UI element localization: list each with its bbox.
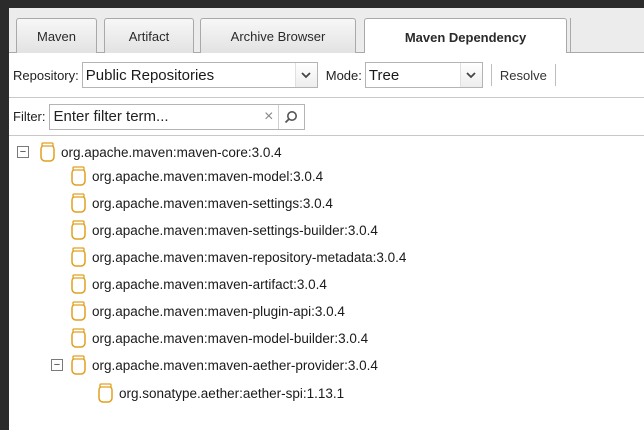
tab-maven-dependency[interactable]: Maven Dependency xyxy=(364,18,567,55)
filter-bar: Filter: × xyxy=(9,98,644,136)
tree-node[interactable]: org.apache.maven:maven-model-builder:3.0… xyxy=(70,326,368,350)
jar-icon xyxy=(71,166,86,186)
jar-icon xyxy=(98,383,113,403)
collapse-icon[interactable]: − xyxy=(51,359,63,371)
search-icon[interactable] xyxy=(277,104,304,129)
collapse-icon[interactable]: − xyxy=(17,146,29,158)
tree-node-label: org.apache.maven:maven-plugin-api:3.0.4 xyxy=(92,303,345,319)
mode-value: Tree xyxy=(368,66,400,84)
toolbar-separator xyxy=(554,64,556,86)
jar-icon xyxy=(71,301,86,321)
tree-node[interactable]: org.apache.maven:maven-artifact:3.0.4 xyxy=(70,272,327,296)
tab-archive-browser[interactable]: Archive Browser xyxy=(200,18,356,54)
tree-node[interactable]: org.sonatype.aether:aether-spi:1.13.1 xyxy=(97,381,344,405)
repository-select[interactable]: Public Repositories xyxy=(81,62,318,88)
jar-icon xyxy=(71,193,86,213)
tab-label: Artifact xyxy=(128,29,170,44)
repository-label: Repository: xyxy=(13,67,79,83)
tab-artifact[interactable]: Artifact xyxy=(104,18,194,54)
filter-input[interactable] xyxy=(53,108,254,125)
chevron-down-icon xyxy=(459,63,482,87)
tree-node-label: org.apache.maven:maven-model:3.0.4 xyxy=(92,168,324,184)
window-top-edge xyxy=(0,0,644,8)
tree-node[interactable]: org.apache.maven:maven-settings:3.0.4 xyxy=(70,191,333,215)
tree-node-root[interactable]: − org.apache.maven:maven-core:3.0.4 xyxy=(17,140,282,164)
resolve-button[interactable]: Resolve xyxy=(500,68,547,83)
tree-node-label: org.apache.maven:maven-repository-metada… xyxy=(92,249,407,265)
tab-bar: Maven Artifact Archive Browser Maven Dep… xyxy=(9,8,644,55)
jar-icon xyxy=(71,274,86,294)
tree-node-label: org.sonatype.aether:aether-spi:1.13.1 xyxy=(119,385,345,401)
jar-icon xyxy=(40,142,55,162)
clear-icon[interactable]: × xyxy=(264,108,273,126)
tree-node-label: org.apache.maven:maven-aether-provider:3… xyxy=(92,357,378,373)
tab-label: Maven Dependency xyxy=(404,29,527,45)
tab-bar-spacer xyxy=(570,18,644,54)
dependency-tree: − org.apache.maven:maven-core:3.0.4 org.… xyxy=(9,136,644,430)
tree-node-expandable[interactable]: − org.apache.maven:maven-aether-provider… xyxy=(51,353,378,377)
tree-node-label: org.apache.maven:maven-settings:3.0.4 xyxy=(92,195,333,211)
tree-node-label: org.apache.maven:maven-settings-builder:… xyxy=(92,222,378,238)
jar-icon xyxy=(71,355,86,375)
window-left-edge xyxy=(0,0,9,430)
tab-label: Maven xyxy=(36,29,77,44)
jar-icon xyxy=(71,247,86,267)
tree-node-label: org.apache.maven:maven-model-builder:3.0… xyxy=(92,330,369,346)
jar-icon xyxy=(71,328,86,348)
mode-label: Mode: xyxy=(325,67,362,83)
repository-value: Public Repositories xyxy=(85,66,215,84)
chevron-down-icon xyxy=(294,63,317,87)
filter-field: × xyxy=(48,103,305,130)
jar-icon xyxy=(71,220,86,240)
toolbar: Repository: Public Repositories Mode: Tr… xyxy=(9,53,644,98)
tree-node[interactable]: org.apache.maven:maven-plugin-api:3.0.4 xyxy=(70,299,345,323)
tab-label: Archive Browser xyxy=(230,29,326,44)
tree-node[interactable]: org.apache.maven:maven-settings-builder:… xyxy=(70,218,378,242)
filter-label: Filter: xyxy=(13,109,46,124)
tree-node-label: org.apache.maven:maven-core:3.0.4 xyxy=(61,144,282,160)
app-frame: Maven Artifact Archive Browser Maven Dep… xyxy=(0,0,644,430)
tree-node[interactable]: org.apache.maven:maven-model:3.0.4 xyxy=(70,164,323,188)
tree-node[interactable]: org.apache.maven:maven-repository-metada… xyxy=(70,245,406,269)
mode-select[interactable]: Tree xyxy=(364,62,483,88)
tab-maven[interactable]: Maven xyxy=(16,18,97,54)
tree-node-label: org.apache.maven:maven-artifact:3.0.4 xyxy=(92,276,327,292)
toolbar-separator xyxy=(490,64,492,86)
